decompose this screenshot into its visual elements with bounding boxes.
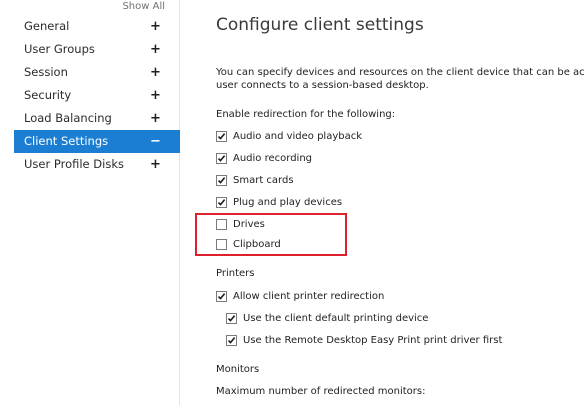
audio-video-playback-checkbox[interactable]: Audio and video playback bbox=[216, 128, 362, 144]
expand-plus-icon: + bbox=[150, 19, 161, 34]
sidebar-item-session[interactable]: Session + bbox=[14, 61, 180, 84]
sidebar-item-user-profile-disks[interactable]: User Profile Disks + bbox=[14, 153, 180, 176]
checkbox-label: Plug and play devices bbox=[233, 196, 343, 208]
printers-section-label: Printers bbox=[216, 268, 255, 279]
check-icon bbox=[217, 132, 226, 140]
sidebar-item-label: Client Settings bbox=[24, 134, 109, 148]
check-icon bbox=[217, 198, 226, 206]
sidebar-item-label: User Groups bbox=[24, 42, 95, 56]
check-icon bbox=[227, 314, 236, 322]
check-icon bbox=[217, 154, 226, 162]
sidebar-item-general[interactable]: General + bbox=[14, 15, 180, 38]
plug-and-play-checkbox[interactable]: Plug and play devices bbox=[216, 194, 342, 210]
sidebar-item-label: Load Balancing bbox=[24, 111, 112, 125]
checkbox-box bbox=[216, 152, 227, 164]
check-icon bbox=[217, 176, 226, 184]
sidebar-item-client-settings[interactable]: Client Settings − bbox=[14, 130, 180, 153]
sidebar-item-security[interactable]: Security + bbox=[14, 84, 180, 107]
checkbox-box bbox=[216, 290, 227, 302]
sidebar-nav: Show All General + User Groups + Session… bbox=[0, 0, 180, 405]
checkbox-box bbox=[226, 312, 237, 324]
redirection-section-label: Enable redirection for the following: bbox=[216, 109, 396, 120]
nav-list: General + User Groups + Session + Securi… bbox=[14, 15, 180, 176]
sidebar-item-label: Security bbox=[24, 88, 72, 102]
expand-plus-icon: + bbox=[150, 42, 161, 57]
expand-plus-icon: + bbox=[150, 88, 161, 103]
checkbox-box bbox=[216, 174, 227, 186]
expand-plus-icon: + bbox=[150, 65, 161, 80]
collapse-minus-icon: − bbox=[150, 134, 161, 149]
checkbox-label: Use the client default printing device bbox=[243, 312, 429, 324]
highlight-annotation-box bbox=[195, 213, 347, 256]
checkbox-box bbox=[216, 130, 227, 142]
checkbox-label: Smart cards bbox=[233, 174, 294, 186]
description-line: You can specify devices and resources on… bbox=[216, 67, 585, 78]
sidebar-item-load-balancing[interactable]: Load Balancing + bbox=[14, 107, 180, 130]
check-icon bbox=[227, 336, 236, 344]
main-panel: Configure client settings You can specif… bbox=[216, 0, 585, 405]
checkbox-label: Audio and video playback bbox=[233, 130, 363, 142]
max-monitors-label: Maximum number of redirected monitors: bbox=[216, 386, 426, 397]
easy-print-driver-checkbox[interactable]: Use the Remote Desktop Easy Print print … bbox=[226, 332, 502, 348]
expand-plus-icon: + bbox=[150, 111, 161, 126]
show-all-link[interactable]: Show All bbox=[122, 1, 165, 12]
check-icon bbox=[217, 292, 226, 300]
audio-recording-checkbox[interactable]: Audio recording bbox=[216, 150, 312, 166]
expand-plus-icon: + bbox=[150, 157, 161, 172]
sidebar-item-user-groups[interactable]: User Groups + bbox=[14, 38, 180, 61]
checkbox-box bbox=[226, 334, 237, 346]
checkbox-label: Allow client printer redirection bbox=[233, 290, 385, 302]
checkbox-box bbox=[216, 196, 227, 208]
description-line: user connects to a session-based desktop… bbox=[216, 80, 429, 91]
sidebar-item-label: Session bbox=[24, 65, 68, 79]
checkbox-label: Use the Remote Desktop Easy Print print … bbox=[243, 334, 503, 346]
client-default-printing-device-checkbox[interactable]: Use the client default printing device bbox=[226, 310, 428, 326]
page-title: Configure client settings bbox=[216, 15, 424, 35]
sidebar-item-label: User Profile Disks bbox=[24, 157, 124, 171]
sidebar-item-label: General bbox=[24, 19, 70, 33]
monitors-section-label: Monitors bbox=[216, 364, 260, 375]
allow-client-printer-redirection-checkbox[interactable]: Allow client printer redirection bbox=[216, 288, 384, 304]
checkbox-label: Audio recording bbox=[233, 152, 313, 164]
smart-cards-checkbox[interactable]: Smart cards bbox=[216, 172, 294, 188]
description: You can specify devices and resources on… bbox=[216, 66, 585, 92]
